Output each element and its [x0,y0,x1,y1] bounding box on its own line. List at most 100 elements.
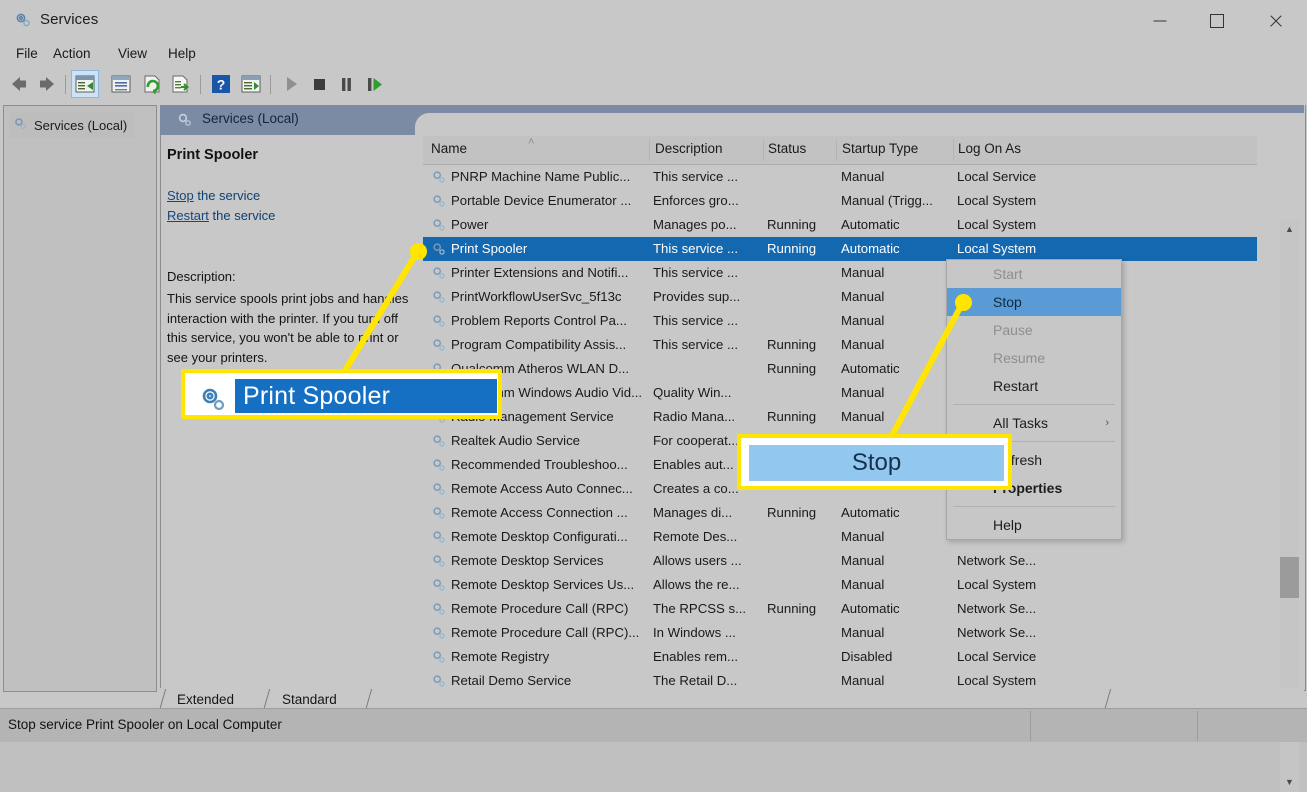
menu-item-view[interactable]: View [113,45,152,62]
cell-description: This service ... [653,265,739,280]
column-header-startup-type[interactable]: Startup Type [842,141,918,156]
properties-icon[interactable] [108,71,134,97]
scroll-down-icon[interactable]: ▼ [1280,773,1299,792]
cell-description: This service ... [653,313,739,328]
context-menu-item-all-tasks[interactable]: All Tasks › [947,409,1121,437]
scrollbar-thumb[interactable] [1280,557,1299,598]
cell-log-on-as: Local Service [957,169,1037,184]
services-gear-icon [13,116,28,134]
services-gear-icon [431,433,447,449]
cell-startup-type: Automatic [841,241,900,256]
annotation-dot-service [410,243,427,260]
context-menu-item-restart[interactable]: Restart [947,372,1121,400]
cell-status: Running [767,217,817,232]
show-hide-console-tree-icon[interactable] [71,70,99,98]
table-row[interactable]: Power Manages po... Running Automatic Local … [423,213,1257,237]
context-menu-item-stop[interactable]: Stop [947,288,1121,316]
table-row[interactable]: PrintWorkflowUserSvc_5f13c Provides sup..… [423,285,1257,309]
services-gear-icon [431,241,447,257]
services-gear-icon [431,169,447,185]
cell-startup-type: Manual [841,385,885,400]
status-bar-text: Stop service Print Spooler on Local Comp… [8,717,282,732]
table-row[interactable]: Qualcomm Atheros WLAN D... Running Automat… [423,357,1257,381]
column-header-status[interactable]: Status [768,141,806,156]
table-row[interactable]: Retail Demo Service The Retail D... Manual… [423,669,1257,688]
cell-status: Running [767,505,817,520]
cell-name: Print Spooler [451,241,528,256]
maximize-icon[interactable] [1194,0,1240,41]
pause-service-icon[interactable] [333,71,359,97]
context-menu-item-help[interactable]: Help [947,511,1121,539]
services-gear-icon [431,337,447,353]
table-row[interactable]: Portable Device Enumerator ... Enforces g… [423,189,1257,213]
cell-name: Problem Reports Control Pa... [451,313,627,328]
table-row[interactable]: Program Compatibility Assis... This servi… [423,333,1257,357]
services-list: Name ˄ Description Status Startup Type L… [423,136,1257,688]
table-row[interactable]: Remote Registry Enables rem... Disabled Loc… [423,645,1257,669]
minimize-icon[interactable] [1137,0,1183,41]
services-gear-icon [431,289,447,305]
stop-service-icon[interactable] [306,71,332,97]
start-service-icon[interactable] [278,71,304,97]
cell-name: Program Compatibility Assis... [451,337,627,352]
cell-description: This service ... [653,241,739,256]
services-gear-icon [431,193,447,209]
table-row[interactable]: PNRP Machine Name Public... This service … [423,165,1257,189]
cell-startup-type: Manual [841,289,885,304]
column-header-name[interactable]: Name [431,141,467,156]
export-list-icon[interactable] [168,71,194,97]
column-header-log-on-as[interactable]: Log On As [958,141,1021,156]
table-row[interactable]: Printer Extensions and Notifi... This ser… [423,261,1257,285]
sidebar-item-services-local[interactable]: Services (Local) [9,112,136,138]
cell-log-on-as: Local System [957,193,1037,208]
cell-description: The Retail D... [653,673,738,688]
services-gear-icon [431,649,447,665]
cell-log-on-as: Local System [957,577,1037,592]
context-menu: Start Stop Pause Resume Restart All Tasks › Ref… [946,259,1122,540]
forward-icon[interactable] [34,71,60,97]
stop-service-link-row: Stop the service [167,188,260,203]
menu-item-action[interactable]: Action [48,45,96,62]
cell-startup-type: Automatic [841,505,900,520]
table-row[interactable]: Qualcomm Windows Audio Vid... Quality Win… [423,381,1257,405]
restart-link-suffix: the service [208,208,276,223]
close-icon[interactable] [1253,0,1299,41]
table-row[interactable]: Remote Desktop Services Allows users ... M… [423,549,1257,573]
menu-item-file[interactable]: File [11,45,43,62]
cell-description: Allows the re... [653,577,740,592]
table-row[interactable]: Remote Procedure Call (RPC)... In Windows… [423,621,1257,645]
pane-header-tab-curve [415,113,1304,135]
table-row[interactable]: Radio Management Service Radio Mana... Run… [423,405,1257,429]
toolbar: ? [0,66,1307,103]
cell-log-on-as: Network Se... [957,625,1037,640]
context-menu-item-pause: Pause [947,316,1121,344]
services-window: Services File Action View Help ? Service… [0,0,1307,792]
column-header-description[interactable]: Description [655,141,723,156]
cell-description: Enables rem... [653,649,739,664]
table-row[interactable]: Remote Access Connection ... Manages di..… [423,501,1257,525]
services-gear-icon [431,553,447,569]
table-row[interactable]: Remote Desktop Configurati... Remote Des.… [423,525,1257,549]
window-title: Services [40,11,99,28]
back-icon[interactable] [6,71,32,97]
restart-service-icon[interactable] [361,71,387,97]
table-row[interactable]: Problem Reports Control Pa... This servic… [423,309,1257,333]
table-row[interactable]: Remote Desktop Services Us... Allows the … [423,573,1257,597]
scroll-up-icon[interactable]: ▲ [1280,220,1299,239]
refresh-icon[interactable] [139,71,165,97]
stop-service-link[interactable]: Stop [167,188,194,203]
cell-log-on-as: Local Service [957,649,1037,664]
menu-item-help[interactable]: Help [163,45,201,62]
callout-menu-label: Stop [851,449,902,476]
cell-description: This service ... [653,169,739,184]
show-hide-action-pane-icon[interactable] [238,71,264,97]
cell-name: Remote Registry [451,649,550,664]
table-row[interactable]: Remote Procedure Call (RPC) The RPCSS s..… [423,597,1257,621]
context-menu-item-start: Start [947,260,1121,288]
help-icon[interactable]: ? [208,71,234,97]
cell-description: Manages di... [653,505,733,520]
cell-log-on-as: Local System [957,673,1037,688]
services-gear-icon [431,217,447,233]
restart-service-link[interactable]: Restart [167,208,209,223]
table-row-selected[interactable]: Print Spooler This service ... Running Auto… [423,237,1257,261]
